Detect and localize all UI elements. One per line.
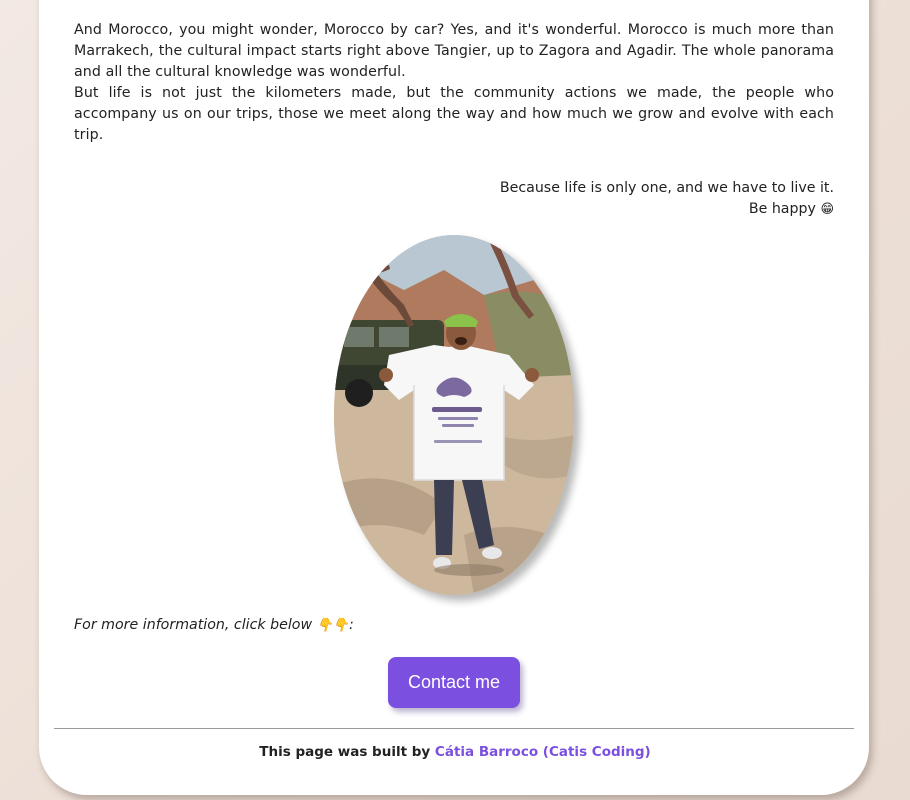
contact-me-button[interactable]: Contact me	[388, 657, 520, 708]
travel-photo	[334, 235, 574, 595]
pointing-down-icon: 👇👇	[316, 618, 349, 633]
grinning-emoji-icon: 😁	[820, 202, 834, 217]
more-info-text: For more information, click below 👇👇:	[74, 615, 354, 636]
footer-divider	[54, 728, 854, 729]
more-info-label: For more information, click below	[74, 617, 313, 633]
quote-be-happy: Be happy	[748, 201, 816, 217]
author-link[interactable]: Cátia Barroco (Catis Coding)	[435, 744, 651, 760]
footer-prefix: This page was built by	[259, 744, 431, 760]
quote-line-2: Be happy 😁	[749, 199, 834, 220]
paragraph-community: But life is not just the kilometers made…	[74, 85, 834, 143]
paragraph-morocco: And Morocco, you might wonder, Morocco b…	[74, 22, 834, 80]
more-info-suffix: :	[348, 617, 354, 633]
footer: This page was built by Cátia Barroco (Ca…	[0, 744, 910, 760]
quote-line-1: Because life is only one, and we have to…	[499, 180, 834, 196]
